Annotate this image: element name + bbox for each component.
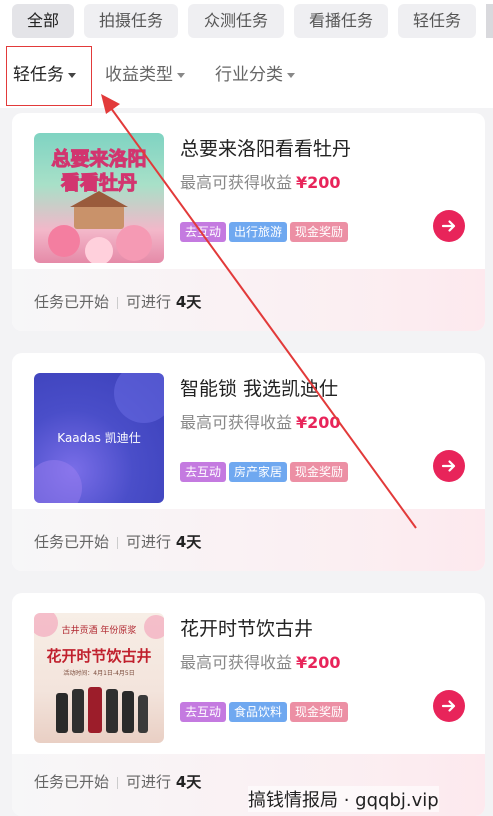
annotation-arrow — [101, 94, 417, 529]
watermark-text: 搞钱情报局 · gqqbj.vip — [248, 786, 439, 812]
